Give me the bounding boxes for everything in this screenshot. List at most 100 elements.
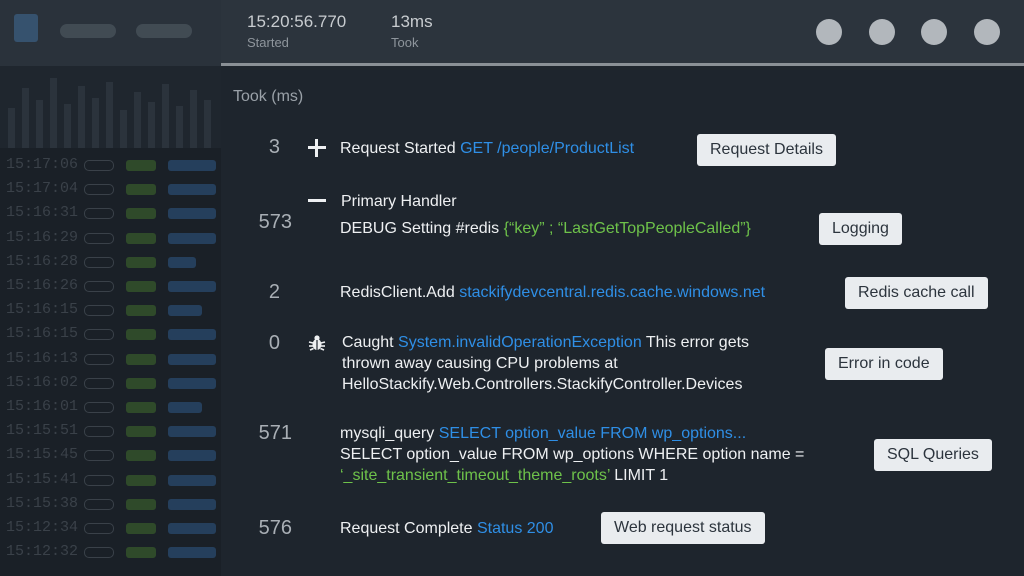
histogram-bar xyxy=(106,82,113,148)
trace-row-indicator xyxy=(168,208,216,220)
trace-row-indicator xyxy=(126,305,156,317)
histogram-bar xyxy=(176,106,183,148)
sidebar-nav-pill[interactable] xyxy=(60,24,116,38)
trace-step[interactable]: mysqli_query SELECT option_value FROM wp… xyxy=(340,423,860,486)
trace-step[interactable]: Request Complete Status 200 xyxy=(340,518,553,539)
sidebar-trace-row[interactable]: 15:15:45 xyxy=(0,444,221,466)
trace-row-indicator xyxy=(168,402,202,413)
header-action-button[interactable] xyxy=(974,19,1000,45)
trace-time: 15:16:01 xyxy=(6,398,79,415)
trace-row-indicator xyxy=(126,498,156,510)
trace-row-indicator xyxy=(84,402,114,413)
step-text: SELECT option_value FROM wp_options WHER… xyxy=(340,446,805,463)
trace-step[interactable]: Request Started GET /people/ProductList xyxy=(340,138,634,159)
sidebar-trace-row[interactable]: 15:15:51 xyxy=(0,420,221,442)
trace-row-indicator xyxy=(84,232,114,244)
sidebar-trace-row[interactable]: 15:16:01 xyxy=(0,396,221,418)
histogram-bar xyxy=(148,102,155,148)
trace-row-indicator xyxy=(84,474,114,486)
histogram-bar xyxy=(8,108,15,148)
sidebar-trace-row[interactable]: 15:16:28 xyxy=(0,251,221,273)
trace-row-indicator xyxy=(84,450,114,462)
trace-header: 15:20:56.770 Started 13ms Took xyxy=(221,0,1024,66)
took-ms: 573 xyxy=(258,211,292,233)
trace-row-indicator xyxy=(126,547,156,559)
sidebar-trace-row[interactable]: 15:12:34 xyxy=(0,517,221,539)
request-details-tag: Request Details xyxy=(697,134,836,166)
trace-row-indicator xyxy=(168,353,216,365)
trace-time: 15:17:04 xyxy=(6,180,79,198)
trace-row-indicator xyxy=(126,160,156,171)
sidebar-nav-pill[interactable] xyxy=(136,24,192,38)
sidebar-trace-row[interactable]: 15:16:02 xyxy=(0,372,221,394)
sidebar-trace-row[interactable]: 15:16:15 xyxy=(0,299,221,321)
bug-icon xyxy=(308,335,326,351)
trace-row-indicator xyxy=(84,256,114,268)
sidebar-trace-row[interactable]: 15:16:13 xyxy=(0,348,221,370)
took-ms: 3 xyxy=(268,136,280,158)
trace-time: 15:15:38 xyxy=(6,494,79,512)
trace-row-indicator xyxy=(126,450,156,462)
trace-row-indicator xyxy=(168,547,216,559)
step-label: Request Started xyxy=(340,140,456,157)
sidebar-histogram xyxy=(0,66,221,148)
trace-row-indicator xyxy=(168,281,216,292)
sidebar-trace-row[interactable]: 15:16:15 xyxy=(0,323,221,345)
sidebar-trace-row[interactable]: 15:15:41 xyxy=(0,469,221,491)
header-action-button[interactable] xyxy=(921,19,947,45)
histogram-bar xyxy=(162,84,169,148)
trace-row-indicator xyxy=(84,498,114,510)
trace-row-indicator xyxy=(168,498,216,510)
histogram-bar xyxy=(50,78,57,148)
trace-time: 15:16:26 xyxy=(6,277,79,294)
step-detail: GET /people/ProductList xyxy=(460,140,635,157)
trace-row-indicator xyxy=(168,160,216,171)
section-title: Took (ms) xyxy=(233,88,304,105)
trace-step[interactable]: RedisClient.Add stackifydevcentral.redis… xyxy=(340,282,765,303)
trace-row-indicator xyxy=(84,547,114,559)
trace-row-indicator xyxy=(168,426,216,438)
step-detail: Status 200 xyxy=(476,520,554,537)
sidebar-trace-row[interactable]: 15:15:38 xyxy=(0,493,221,515)
sidebar-trace-row[interactable]: 15:16:26 xyxy=(0,275,221,297)
trace-row-indicator xyxy=(126,353,156,365)
trace-time: 15:16:29 xyxy=(6,228,79,246)
step-heading: Primary Handler xyxy=(341,193,457,210)
step-detail: ‘_site_transient_timeout_theme_roots’ xyxy=(340,467,610,484)
trace-row-indicator xyxy=(84,353,114,365)
trace-row-indicator xyxy=(168,305,202,317)
trace-row-indicator xyxy=(126,377,156,389)
trace-row-indicator xyxy=(168,256,196,268)
trace-row-indicator xyxy=(126,523,156,534)
step-text: HelloStackify.Web.Controllers.StackifyCo… xyxy=(342,376,743,393)
took-ms: 576 xyxy=(258,517,292,539)
sidebar-trace-row[interactable]: 15:17:06 xyxy=(0,154,221,176)
header-action-button[interactable] xyxy=(816,19,842,45)
sidebar-header xyxy=(0,0,221,66)
histogram-bar xyxy=(92,98,99,148)
trace-row-indicator xyxy=(126,426,156,438)
collapse-icon[interactable] xyxy=(308,199,326,202)
sidebar-trace-row[interactable]: 15:12:32 xyxy=(0,541,221,563)
trace-time: 15:16:02 xyxy=(6,373,79,391)
trace-step[interactable]: Caught System.invalidOperationException … xyxy=(342,332,812,395)
took-ms: 571 xyxy=(258,422,292,444)
redis-tag: Redis cache call xyxy=(845,277,988,309)
error-tag: Error in code xyxy=(825,348,943,380)
trace-step[interactable]: DEBUG Setting #redis {“key” ; “LastGetTo… xyxy=(340,218,751,239)
trace-row-indicator xyxy=(126,329,156,341)
header-action-button[interactable] xyxy=(869,19,895,45)
sidebar-trace-row[interactable]: 15:16:31 xyxy=(0,202,221,224)
histogram-bar xyxy=(64,104,71,148)
trace-row-indicator xyxy=(84,426,114,438)
took-ms: 0 xyxy=(268,332,280,354)
logging-tag: Logging xyxy=(819,213,902,245)
took-label: Took xyxy=(391,35,419,50)
trace-row-indicator xyxy=(126,474,156,486)
sidebar-trace-row[interactable]: 15:16:29 xyxy=(0,227,221,249)
step-label: mysqli_query xyxy=(340,425,435,442)
histogram-bar xyxy=(78,86,85,148)
expand-icon[interactable] xyxy=(308,139,326,157)
sidebar-trace-row[interactable]: 15:17:04 xyxy=(0,178,221,200)
trace-time: 15:12:32 xyxy=(6,543,79,561)
